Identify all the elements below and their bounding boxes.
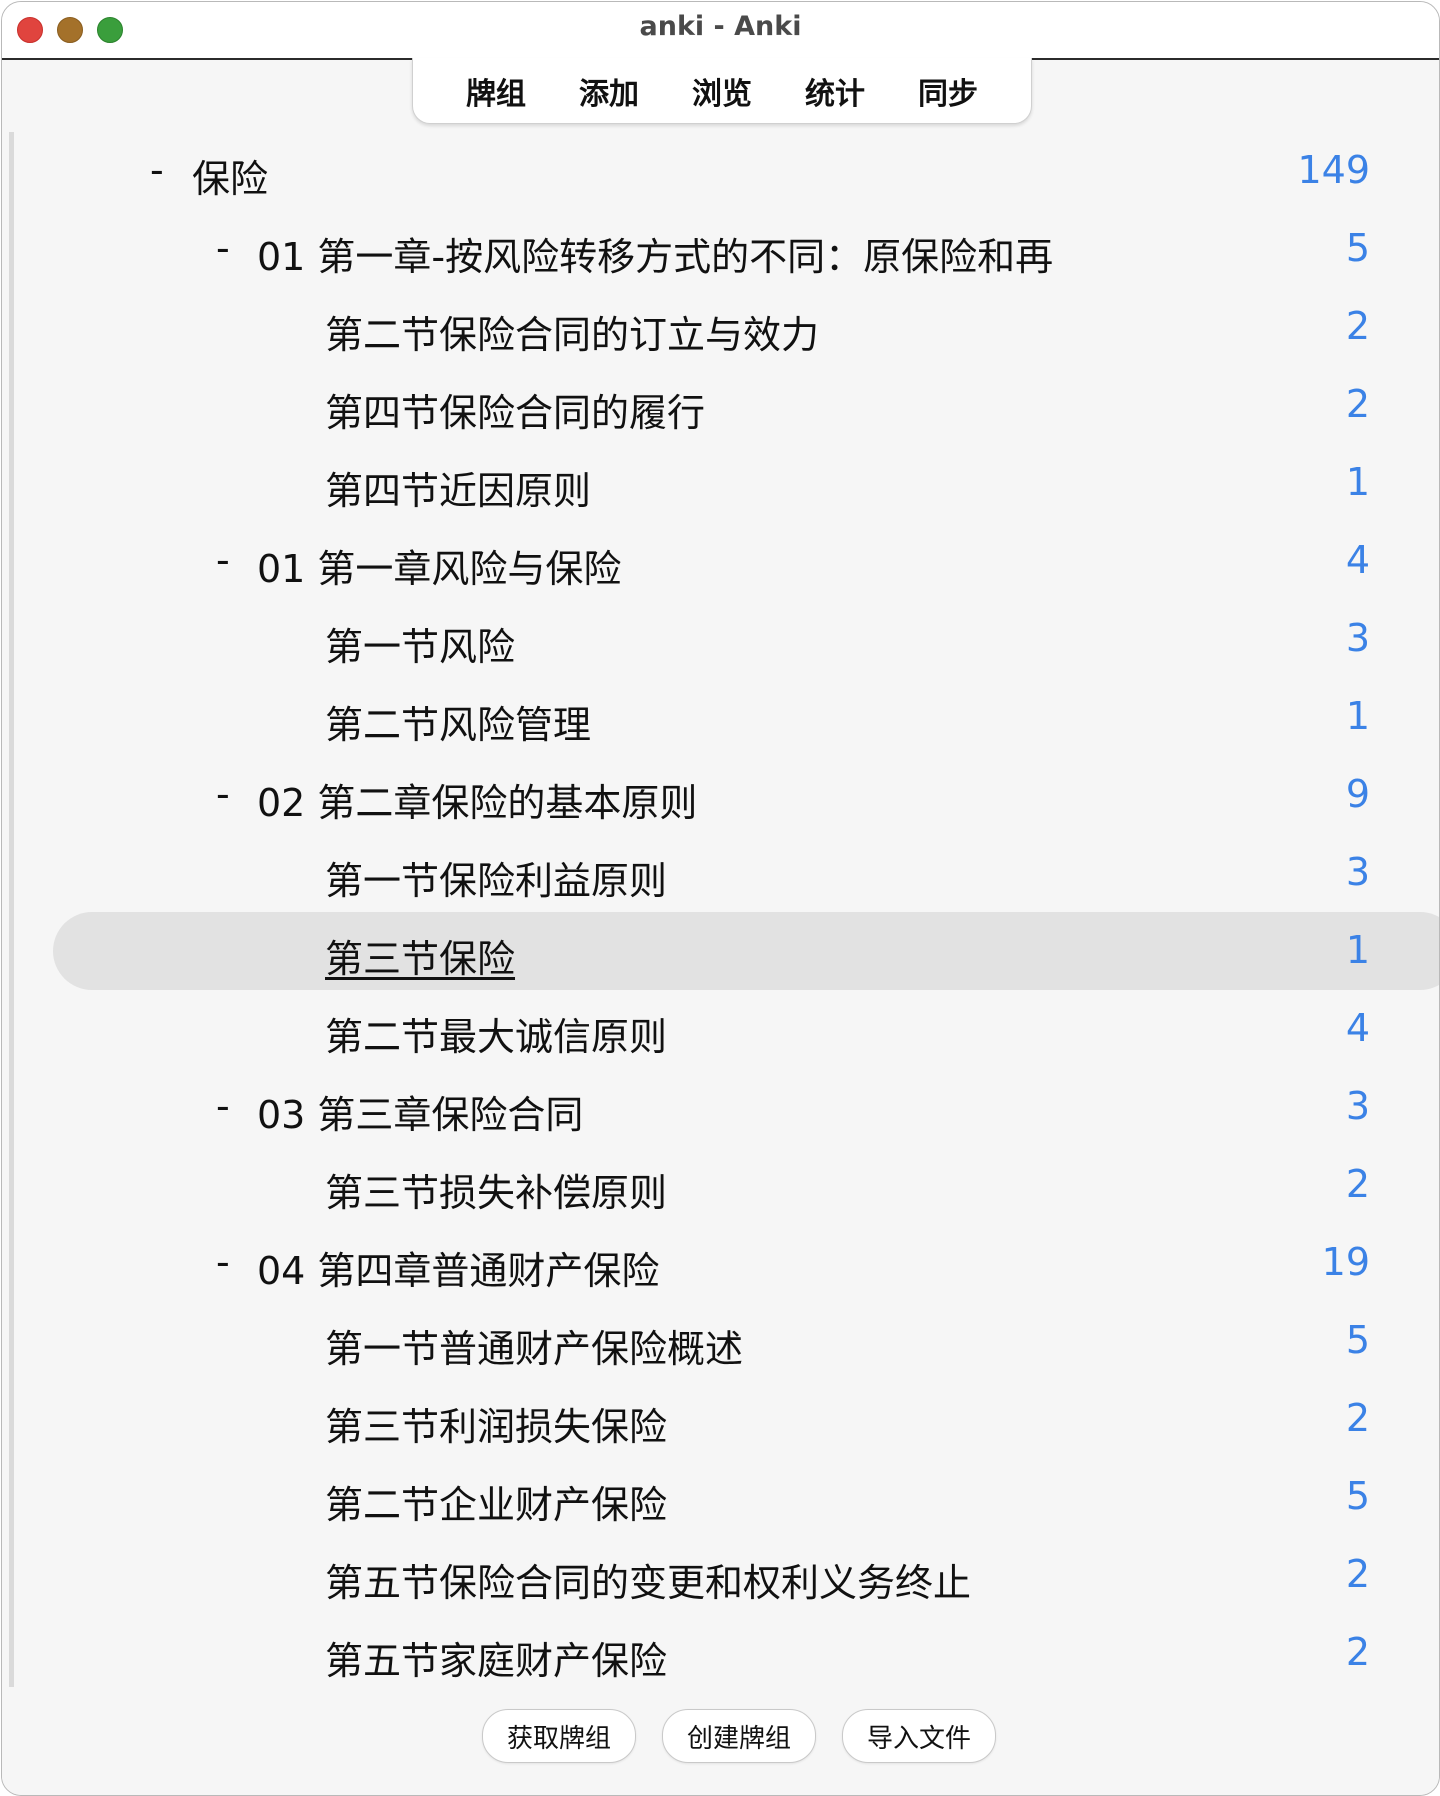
deck-name[interactable]: 第二节企业财产保险: [325, 1474, 667, 1529]
deck-row[interactable]: 第二节风险管理 1: [2, 678, 1439, 756]
deck-name[interactable]: 第三节利润损失保险: [325, 1396, 667, 1451]
deck-row[interactable]: 第四节保险合同的履行 2: [2, 366, 1439, 444]
deck-name[interactable]: 第二节保险合同的订立与效力: [325, 304, 819, 359]
deck-name[interactable]: 第二节风险管理: [325, 694, 591, 749]
deck-name[interactable]: 02 第二章保险的基本原则: [257, 772, 697, 827]
deck-name[interactable]: 01 第一章-按风险转移方式的不同：原保险和再: [257, 226, 1053, 281]
deck-row[interactable]: 第五节保险合同的变更和权利义务终止 2: [2, 1536, 1439, 1614]
deck-count: 149: [1297, 148, 1370, 192]
deck-name[interactable]: 第一节普通财产保险概述: [325, 1318, 743, 1373]
deck-count: 3: [1345, 1084, 1370, 1128]
deck-count: 2: [1345, 304, 1370, 348]
deck-row[interactable]: -03 第三章保险合同 3: [2, 1068, 1439, 1146]
anki-window: anki - Anki 牌组 添加 浏览 统计 同步 - 保险 149-01 第一章…: [1, 1, 1440, 1796]
deck-row[interactable]: 第二节最大诚信原则 4: [2, 990, 1439, 1068]
deck-name[interactable]: 第三节损失补偿原则: [325, 1162, 667, 1217]
deck-row[interactable]: 第三节损失补偿原则 2: [2, 1146, 1439, 1224]
deck-count: 5: [1345, 1318, 1370, 1362]
deck-row[interactable]: 第二节企业财产保险 5: [2, 1458, 1439, 1536]
deck-name[interactable]: 第四节保险合同的履行: [325, 382, 705, 437]
deck-row[interactable]: 第五节家庭财产保险 2: [2, 1614, 1439, 1692]
deck-name[interactable]: 第三节保险: [325, 928, 515, 983]
deck-count: 5: [1345, 226, 1370, 270]
deck-name[interactable]: 01 第一章风险与保险: [257, 538, 621, 593]
deck-name[interactable]: 第五节保险合同的变更和权利义务终止: [325, 1552, 971, 1607]
toolbar-browse-tab[interactable]: 浏览: [692, 69, 752, 113]
deck-row[interactable]: 第一节普通财产保险概述 5: [2, 1302, 1439, 1380]
create-deck-button[interactable]: 创建牌组: [662, 1709, 816, 1763]
main-toolbar: 牌组 添加 浏览 统计 同步: [412, 58, 1032, 124]
toolbar-decks-tab[interactable]: 牌组: [466, 69, 526, 113]
deck-name[interactable]: 第二节最大诚信原则: [325, 1006, 667, 1061]
deck-row[interactable]: 第四节近因原则 1: [2, 444, 1439, 522]
deck-row[interactable]: -04 第四章普通财产保险 19: [2, 1224, 1439, 1302]
deck-row[interactable]: 第一节保险利益原则 3: [2, 834, 1439, 912]
deck-row[interactable]: -01 第一章-按风险转移方式的不同：原保险和再 5: [2, 210, 1439, 288]
title-bar[interactable]: anki - Anki: [2, 2, 1439, 60]
toolbar-stats-tab[interactable]: 统计: [805, 69, 865, 113]
window-title: anki - Anki: [639, 11, 802, 42]
collapse-toggle[interactable]: -: [216, 772, 230, 816]
deck-count: 2: [1345, 1396, 1370, 1440]
deck-name[interactable]: 03 第三章保险合同: [257, 1084, 583, 1139]
deck-count: 2: [1345, 382, 1370, 426]
collapse-toggle[interactable]: -: [150, 148, 164, 192]
deck-name[interactable]: 第一节保险利益原则: [325, 850, 667, 905]
deck-count: 3: [1345, 616, 1370, 660]
deck-count: 1: [1345, 928, 1370, 972]
get-shared-button[interactable]: 获取牌组: [482, 1709, 636, 1763]
deck-count: 9: [1345, 772, 1370, 816]
deck-count: 2: [1345, 1162, 1370, 1206]
deck-count: 4: [1345, 1006, 1370, 1050]
toolbar-add-tab[interactable]: 添加: [579, 69, 639, 113]
collapse-toggle[interactable]: -: [216, 1240, 230, 1284]
deck-row[interactable]: - 保险 149: [2, 132, 1439, 210]
deck-count: 2: [1345, 1552, 1370, 1596]
deck-name[interactable]: 第一节风险: [325, 616, 515, 671]
deck-row[interactable]: -01 第一章风险与保险 4: [2, 522, 1439, 600]
toolbar-sync-tab[interactable]: 同步: [918, 69, 978, 113]
bottom-bar: 获取牌组 创建牌组 导入文件: [2, 1687, 1439, 1795]
deck-row[interactable]: -02 第二章保险的基本原则 9: [2, 756, 1439, 834]
collapse-toggle[interactable]: -: [216, 226, 230, 270]
deck-row[interactable]: 第一节风险 3: [2, 600, 1439, 678]
deck-count: 5: [1345, 1474, 1370, 1518]
deck-name[interactable]: 保险: [192, 148, 268, 203]
deck-row[interactable]: 第二节保险合同的订立与效力 2: [2, 288, 1439, 366]
deck-count: 1: [1345, 694, 1370, 738]
deck-name[interactable]: 第四节近因原则: [325, 460, 591, 515]
deck-row[interactable]: 第三节利润损失保险 2: [2, 1380, 1439, 1458]
deck-count: 3: [1345, 850, 1370, 894]
import-file-button[interactable]: 导入文件: [842, 1709, 996, 1763]
deck-count: 19: [1321, 1240, 1370, 1284]
deck-row-selected[interactable]: 第三节保险 1: [2, 912, 1439, 990]
collapse-toggle[interactable]: -: [216, 538, 230, 582]
deck-list: - 保险 149-01 第一章-按风险转移方式的不同：原保险和再 5 第二节保险合同的订…: [2, 132, 1439, 1687]
collapse-toggle[interactable]: -: [216, 1084, 230, 1128]
deck-count: 2: [1345, 1630, 1370, 1674]
deck-name[interactable]: 04 第四章普通财产保险: [257, 1240, 659, 1295]
deck-count: 4: [1345, 538, 1370, 582]
deck-name[interactable]: 第五节家庭财产保险: [325, 1630, 667, 1685]
deck-count: 1: [1345, 460, 1370, 504]
